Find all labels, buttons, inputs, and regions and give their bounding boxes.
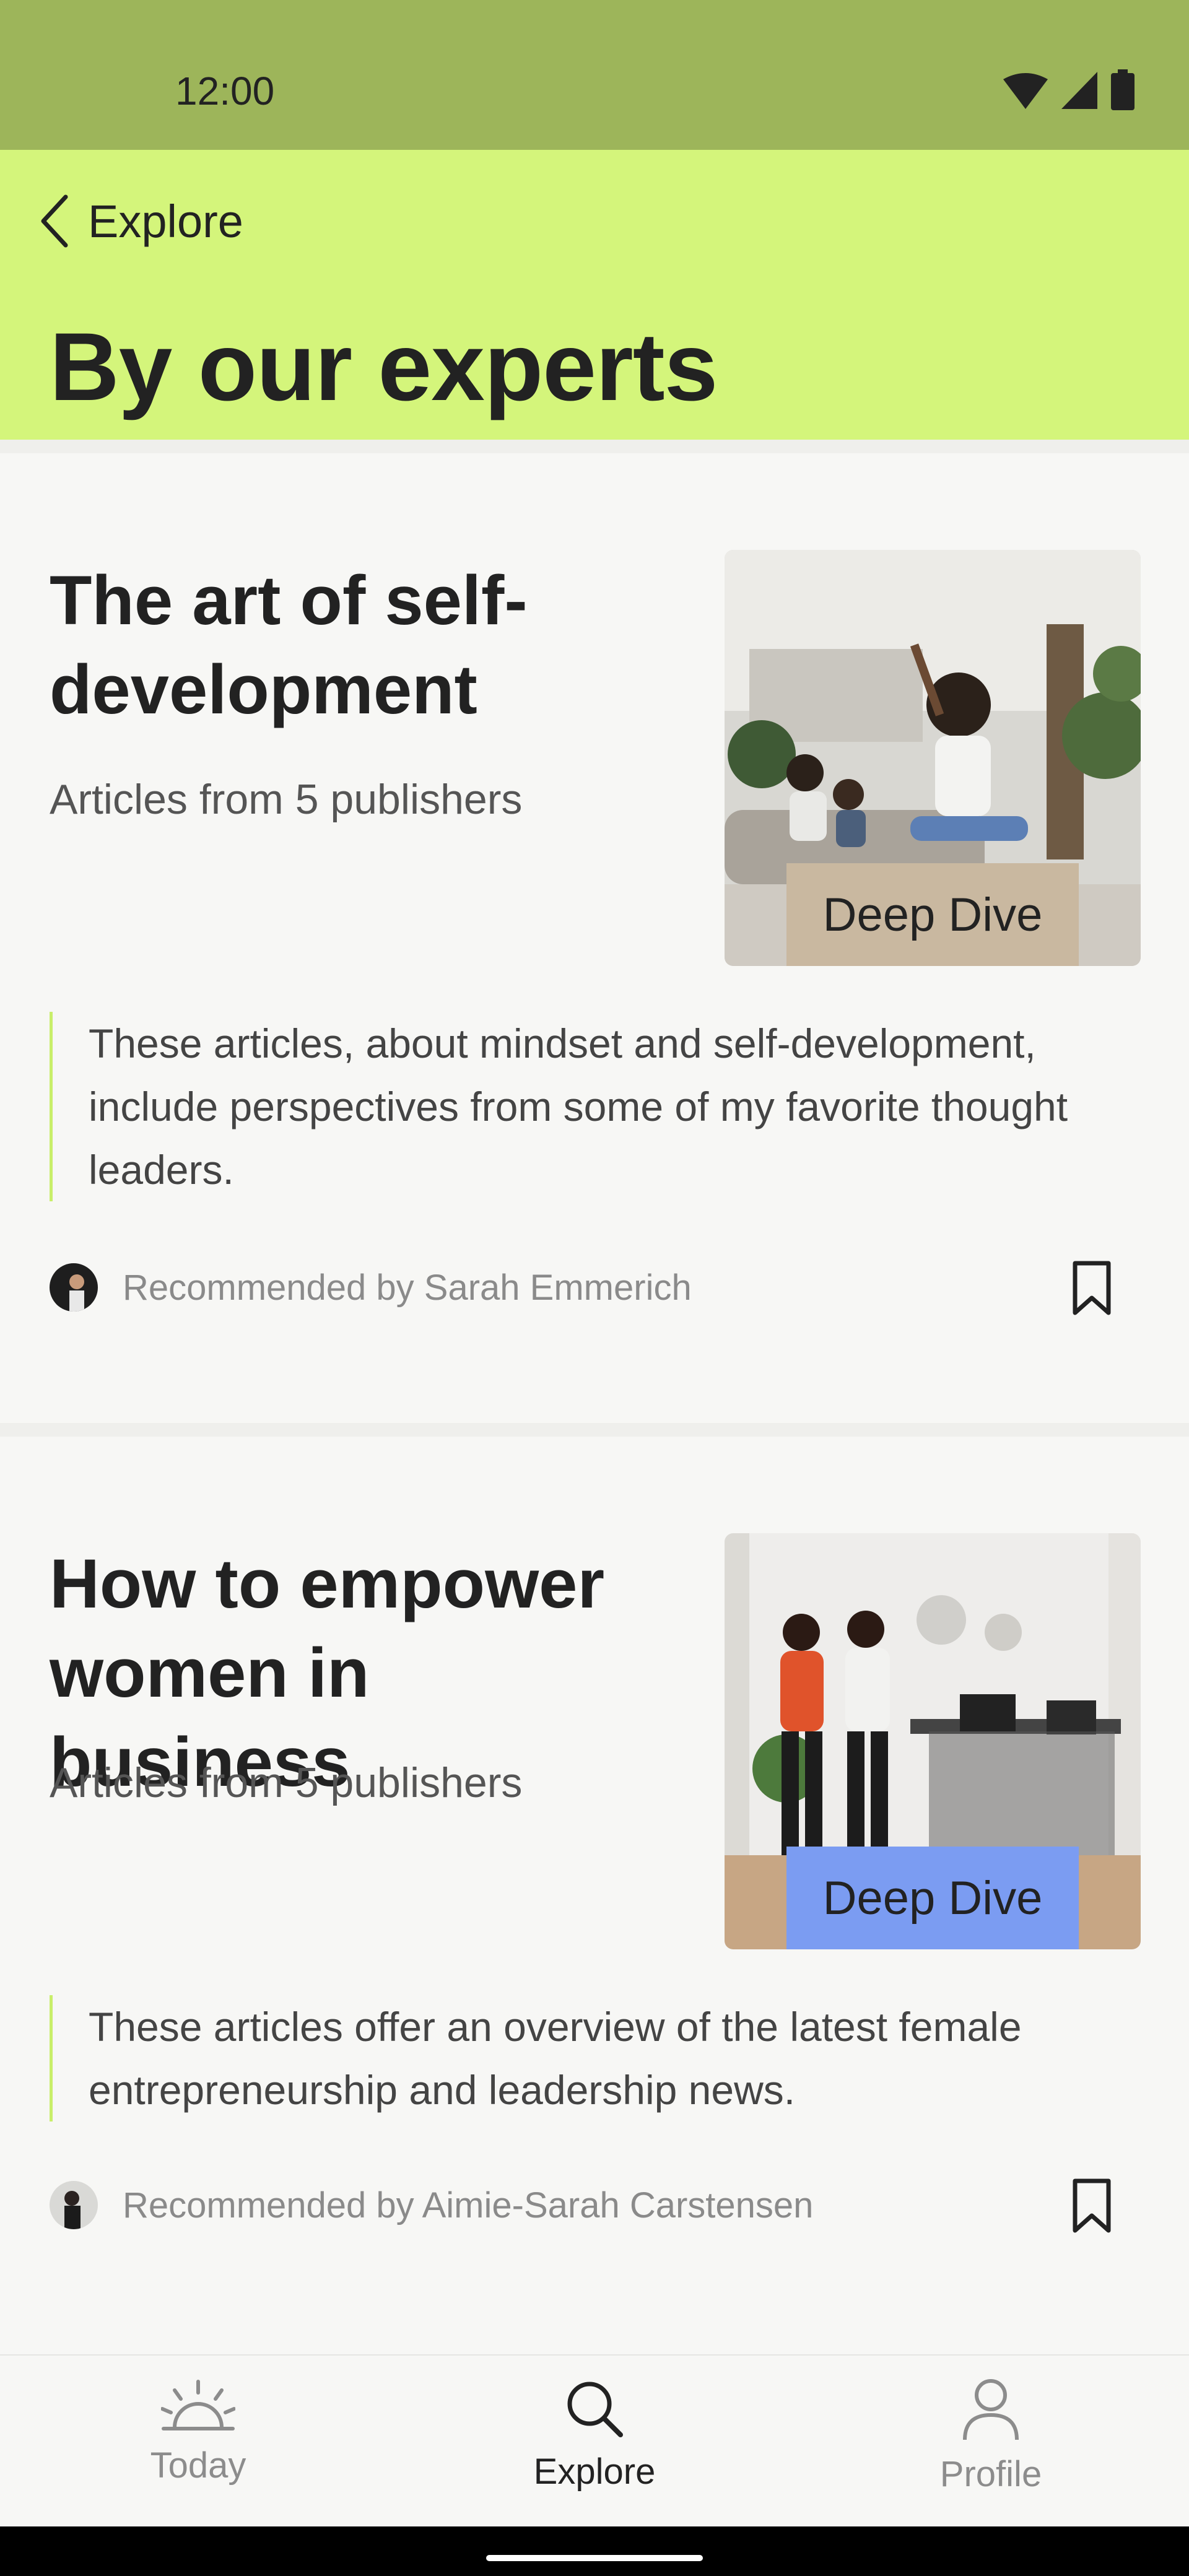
card-subtitle: Articles from 5 publishers (50, 1759, 523, 1806)
recommended-by-text: Recommended by Sarah Emmerich (123, 1267, 692, 1308)
bottom-nav: Today Explore Profile (0, 2354, 1189, 2526)
recommended-by: Recommended by Sarah Emmerich (50, 1263, 692, 1312)
person-icon (963, 2379, 1019, 2440)
chevron-left-icon (41, 194, 68, 248)
card-list: The art of self-development Articles fro… (0, 440, 1189, 2365)
status-time: 12:00 (175, 69, 275, 113)
card-image[interactable]: Deep Dive (725, 550, 1141, 966)
system-gesture-bar (0, 2526, 1189, 2576)
status-icons (1003, 69, 1135, 110)
deep-dive-badge: Deep Dive (786, 863, 1079, 966)
nav-item-explore[interactable]: Explore (471, 2378, 718, 2492)
nav-label: Profile (939, 2454, 1042, 2494)
nav-item-profile[interactable]: Profile (867, 2378, 1115, 2495)
card-divider (0, 440, 1189, 453)
home-gesture-handle[interactable] (486, 2555, 703, 2561)
card-image[interactable]: Deep Dive (725, 1533, 1141, 1949)
cellular-signal-icon (1061, 72, 1097, 109)
nav-label: Explore (533, 2452, 656, 2492)
curator-quote: These articles, about mindset and self-d… (50, 1012, 1139, 1201)
page-header: Explore By our experts (0, 150, 1189, 440)
page-title: By our experts (50, 313, 718, 421)
curator-quote: These articles offer an overview of the … (50, 1995, 1139, 2121)
nav-item-today[interactable]: Today (74, 2378, 322, 2486)
back-label: Explore (88, 195, 243, 247)
search-icon (567, 2382, 623, 2437)
deep-dive-badge: Deep Dive (786, 1847, 1079, 1949)
card-subtitle: Articles from 5 publishers (50, 776, 523, 823)
status-bar: 12:00 (0, 0, 1189, 150)
bookmark-icon[interactable] (1070, 1260, 1113, 1316)
avatar (50, 2181, 98, 2229)
sunrise-icon (161, 2380, 235, 2430)
bookmark-icon[interactable] (1070, 2177, 1113, 2234)
back-button[interactable]: Explore (37, 193, 243, 249)
card-divider (0, 1423, 1189, 1437)
recommended-by: Recommended by Aimie-Sarah Carstensen (50, 2181, 813, 2229)
avatar (50, 1263, 98, 1312)
nav-label: Today (150, 2445, 246, 2486)
card-title: The art of self-development (50, 562, 528, 728)
battery-icon (1111, 69, 1135, 110)
recommended-by-text: Recommended by Aimie-Sarah Carstensen (123, 2185, 814, 2226)
deep-dive-card[interactable]: How to empower women in business Article… (0, 1437, 1189, 2365)
wifi-icon (1003, 73, 1048, 109)
deep-dive-card[interactable]: The art of self-development Articles fro… (0, 453, 1189, 1423)
